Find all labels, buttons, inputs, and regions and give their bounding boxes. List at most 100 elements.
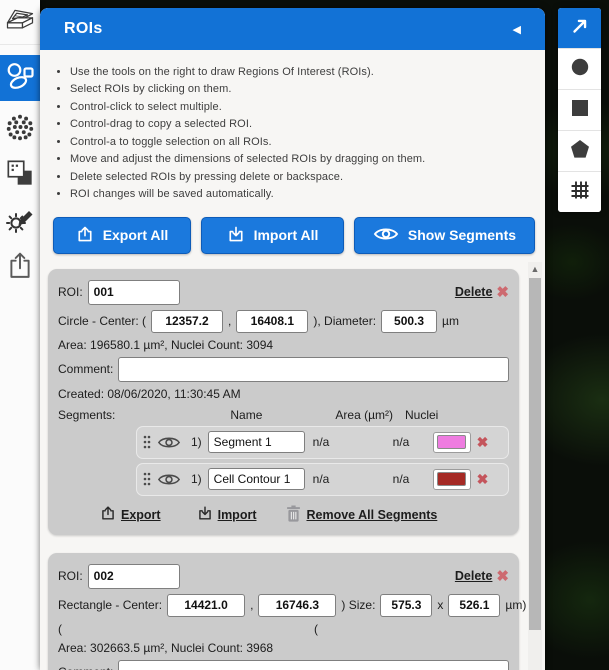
- instruction-item: ROI changes will be saved automatically.: [70, 188, 537, 200]
- import-all-label: Import All: [254, 227, 319, 243]
- shape-mid: ), Diameter:: [313, 314, 376, 328]
- pointer-arrow-icon: [569, 15, 591, 42]
- export-all-button[interactable]: Export All: [53, 217, 191, 254]
- instruction-item: Delete selected ROIs by pressing delete …: [70, 171, 537, 183]
- sidebar-item-rois[interactable]: [0, 55, 40, 101]
- grid-icon: [569, 179, 591, 206]
- delete-roi-link[interactable]: Delete ✖: [455, 285, 509, 300]
- roi-shape-line: Rectangle - Center: , ) Size: x µm): [58, 594, 509, 617]
- left-sidebar: [0, 0, 40, 670]
- shape-prefix: Rectangle - Center:: [58, 598, 162, 612]
- delete-label[interactable]: Delete: [455, 569, 493, 583]
- tool-draw-square[interactable]: [558, 90, 601, 131]
- import-all-button[interactable]: Import All: [201, 217, 344, 254]
- remove-all-segments-link[interactable]: Remove All Segments: [286, 505, 437, 525]
- comment-input[interactable]: [118, 357, 509, 382]
- instruction-item: Select ROIs by clicking on them.: [70, 83, 537, 95]
- show-segments-label: Show Segments: [408, 227, 516, 243]
- segment-area-value: n/a: [313, 435, 365, 449]
- size-w-input[interactable]: [380, 594, 432, 617]
- segment-index: 1): [191, 472, 202, 486]
- tool-pointer[interactable]: [558, 8, 601, 49]
- roi-label: ROI:: [58, 569, 83, 583]
- center-x-input[interactable]: [151, 310, 223, 333]
- delete-label[interactable]: Delete: [455, 285, 493, 299]
- segment-color-swatch[interactable]: [433, 432, 471, 453]
- roi-card-001: ROI: Delete ✖ Circle - Center: ( , ), Di…: [48, 269, 519, 535]
- center-x-input[interactable]: [167, 594, 245, 617]
- sidebar-item-scanner[interactable]: [0, 0, 40, 45]
- segment-row: 1) n/a n/a ✖: [136, 426, 509, 459]
- size-h-input[interactable]: [448, 594, 500, 617]
- export-all-label: Export All: [103, 227, 169, 243]
- segment-index: 1): [191, 435, 202, 449]
- panel-title: ROIs: [64, 20, 103, 38]
- roi-area-line: Area: 196580.1 µm², Nuclei Count: 3094: [58, 338, 509, 352]
- collapse-panel-icon[interactable]: ◀: [513, 23, 521, 36]
- roi-list-scrollbar[interactable]: ▲: [528, 262, 542, 670]
- share-export-icon: [7, 251, 33, 284]
- sidebar-item-nuclei[interactable]: [0, 107, 40, 151]
- delete-segment-x-icon[interactable]: ✖: [477, 472, 489, 486]
- instructions-list: Use the tools on the right to draw Regio…: [70, 60, 537, 206]
- export-segments-link[interactable]: Export: [100, 505, 161, 524]
- segment-name-input[interactable]: [208, 431, 305, 453]
- import-link-label[interactable]: Import: [218, 508, 257, 522]
- tool-draw-circle[interactable]: [558, 49, 601, 90]
- tool-grid[interactable]: [558, 172, 601, 212]
- trash-icon: [286, 505, 301, 525]
- delete-roi-link[interactable]: Delete ✖: [455, 569, 509, 584]
- segment-links-row: Export Import: [100, 505, 509, 525]
- import-icon: [197, 505, 213, 524]
- drag-handle-icon[interactable]: [143, 472, 151, 486]
- roi-shape-line: Circle - Center: ( , ), Diameter: µm: [58, 310, 509, 333]
- segment-name-input[interactable]: [208, 468, 305, 490]
- comma: ,: [228, 314, 231, 328]
- import-icon: [227, 225, 245, 246]
- roi-list: ROI: Delete ✖ Circle - Center: ( , ), Di…: [40, 262, 545, 670]
- segment-nuclei-value: n/a: [393, 435, 425, 449]
- center-y-input[interactable]: [236, 310, 308, 333]
- layers-icon: [6, 159, 34, 192]
- drag-handle-icon[interactable]: [143, 435, 151, 449]
- comment-label: Comment:: [58, 362, 113, 376]
- segments-label: Segments:: [58, 408, 115, 422]
- tool-draw-polygon[interactable]: [558, 131, 601, 172]
- roi-shapes-icon: [5, 61, 35, 96]
- actions-row: Export All Import All Show Segments: [53, 217, 535, 254]
- square-icon: [570, 98, 590, 123]
- rois-panel: ROIs ◀ Use the tools on the right to dra…: [40, 8, 545, 670]
- segments-col-name: Name: [230, 408, 262, 422]
- visibility-eye-icon[interactable]: [157, 435, 181, 450]
- delete-roi-x-icon[interactable]: ✖: [496, 569, 509, 584]
- sidebar-item-settings[interactable]: [0, 199, 40, 243]
- roi-id-input[interactable]: [88, 280, 180, 305]
- sidebar-item-layers[interactable]: [0, 153, 40, 197]
- segment-nuclei-value: n/a: [393, 472, 425, 486]
- export-link-label[interactable]: Export: [121, 508, 161, 522]
- roi-label: ROI:: [58, 285, 83, 299]
- segment-row: 1) n/a n/a ✖: [136, 463, 509, 496]
- instruction-item: Control-a to toggle selection on all ROI…: [70, 136, 537, 148]
- sidebar-item-share[interactable]: [0, 245, 40, 289]
- segment-color-swatch[interactable]: [433, 469, 471, 490]
- scrollbar-thumb[interactable]: [529, 278, 541, 630]
- delete-segment-x-icon[interactable]: ✖: [477, 435, 489, 449]
- unit-label: µm): [505, 598, 526, 612]
- unit-label: µm: [442, 314, 459, 328]
- center-y-input[interactable]: [258, 594, 336, 617]
- visibility-eye-icon[interactable]: [157, 472, 181, 487]
- diameter-input[interactable]: [381, 310, 437, 333]
- segment-color: [437, 472, 466, 486]
- show-segments-button[interactable]: Show Segments: [354, 217, 535, 254]
- roi-id-input[interactable]: [88, 564, 180, 589]
- delete-roi-x-icon[interactable]: ✖: [496, 285, 509, 300]
- export-icon: [76, 225, 94, 246]
- comment-input[interactable]: [118, 660, 509, 670]
- paren: (: [58, 622, 62, 636]
- instruction-item: Control-drag to copy a selected ROI.: [70, 118, 537, 130]
- remove-all-label[interactable]: Remove All Segments: [306, 508, 437, 522]
- scroll-up-arrow-icon[interactable]: ▲: [531, 265, 540, 274]
- shape-mid: ) Size:: [341, 598, 375, 612]
- import-segments-link[interactable]: Import: [197, 505, 257, 524]
